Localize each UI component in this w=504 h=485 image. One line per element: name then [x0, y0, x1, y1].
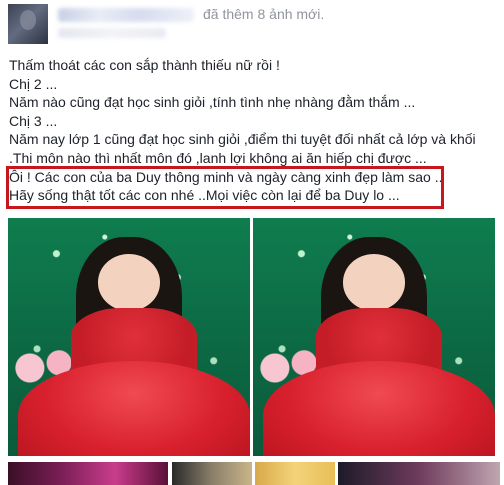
post-photo-4[interactable] [172, 462, 252, 485]
post-text-line: Chị 2 ... [9, 75, 58, 92]
post-timestamp-blurred[interactable] [58, 28, 166, 38]
highlight-annotation-box [6, 166, 444, 209]
post-photo-3[interactable] [8, 462, 168, 485]
post-photo-6[interactable] [338, 462, 500, 485]
post-action-text: đã thêm 8 ảnh mới. [203, 6, 325, 22]
post-photo-5[interactable] [255, 462, 335, 485]
post-text-line: Thấm thoát các con sắp thành thiếu nữ rồ… [9, 57, 280, 73]
author-name-blurred[interactable] [58, 8, 194, 22]
post-text-line: Năm nào cũng đạt học sinh giỏi ,tính tìn… [9, 94, 416, 111]
post-text-line: Chị 3 ... [9, 112, 58, 129]
post-header: đã thêm 8 ảnh mới. [0, 0, 504, 52]
post-photo-2[interactable] [253, 218, 495, 456]
author-avatar[interactable] [8, 4, 48, 44]
avatar-silhouette [20, 10, 36, 30]
post-text-line: Năm nay lớp 1 cũng đạt học sinh giỏi ,đi… [9, 131, 476, 148]
post-text-line: .Thi môn nào thì nhất môn đó ,lanh lợi k… [9, 149, 427, 166]
post-photo-1[interactable] [8, 218, 250, 456]
photo-face [97, 253, 161, 311]
photo-face [342, 253, 406, 311]
